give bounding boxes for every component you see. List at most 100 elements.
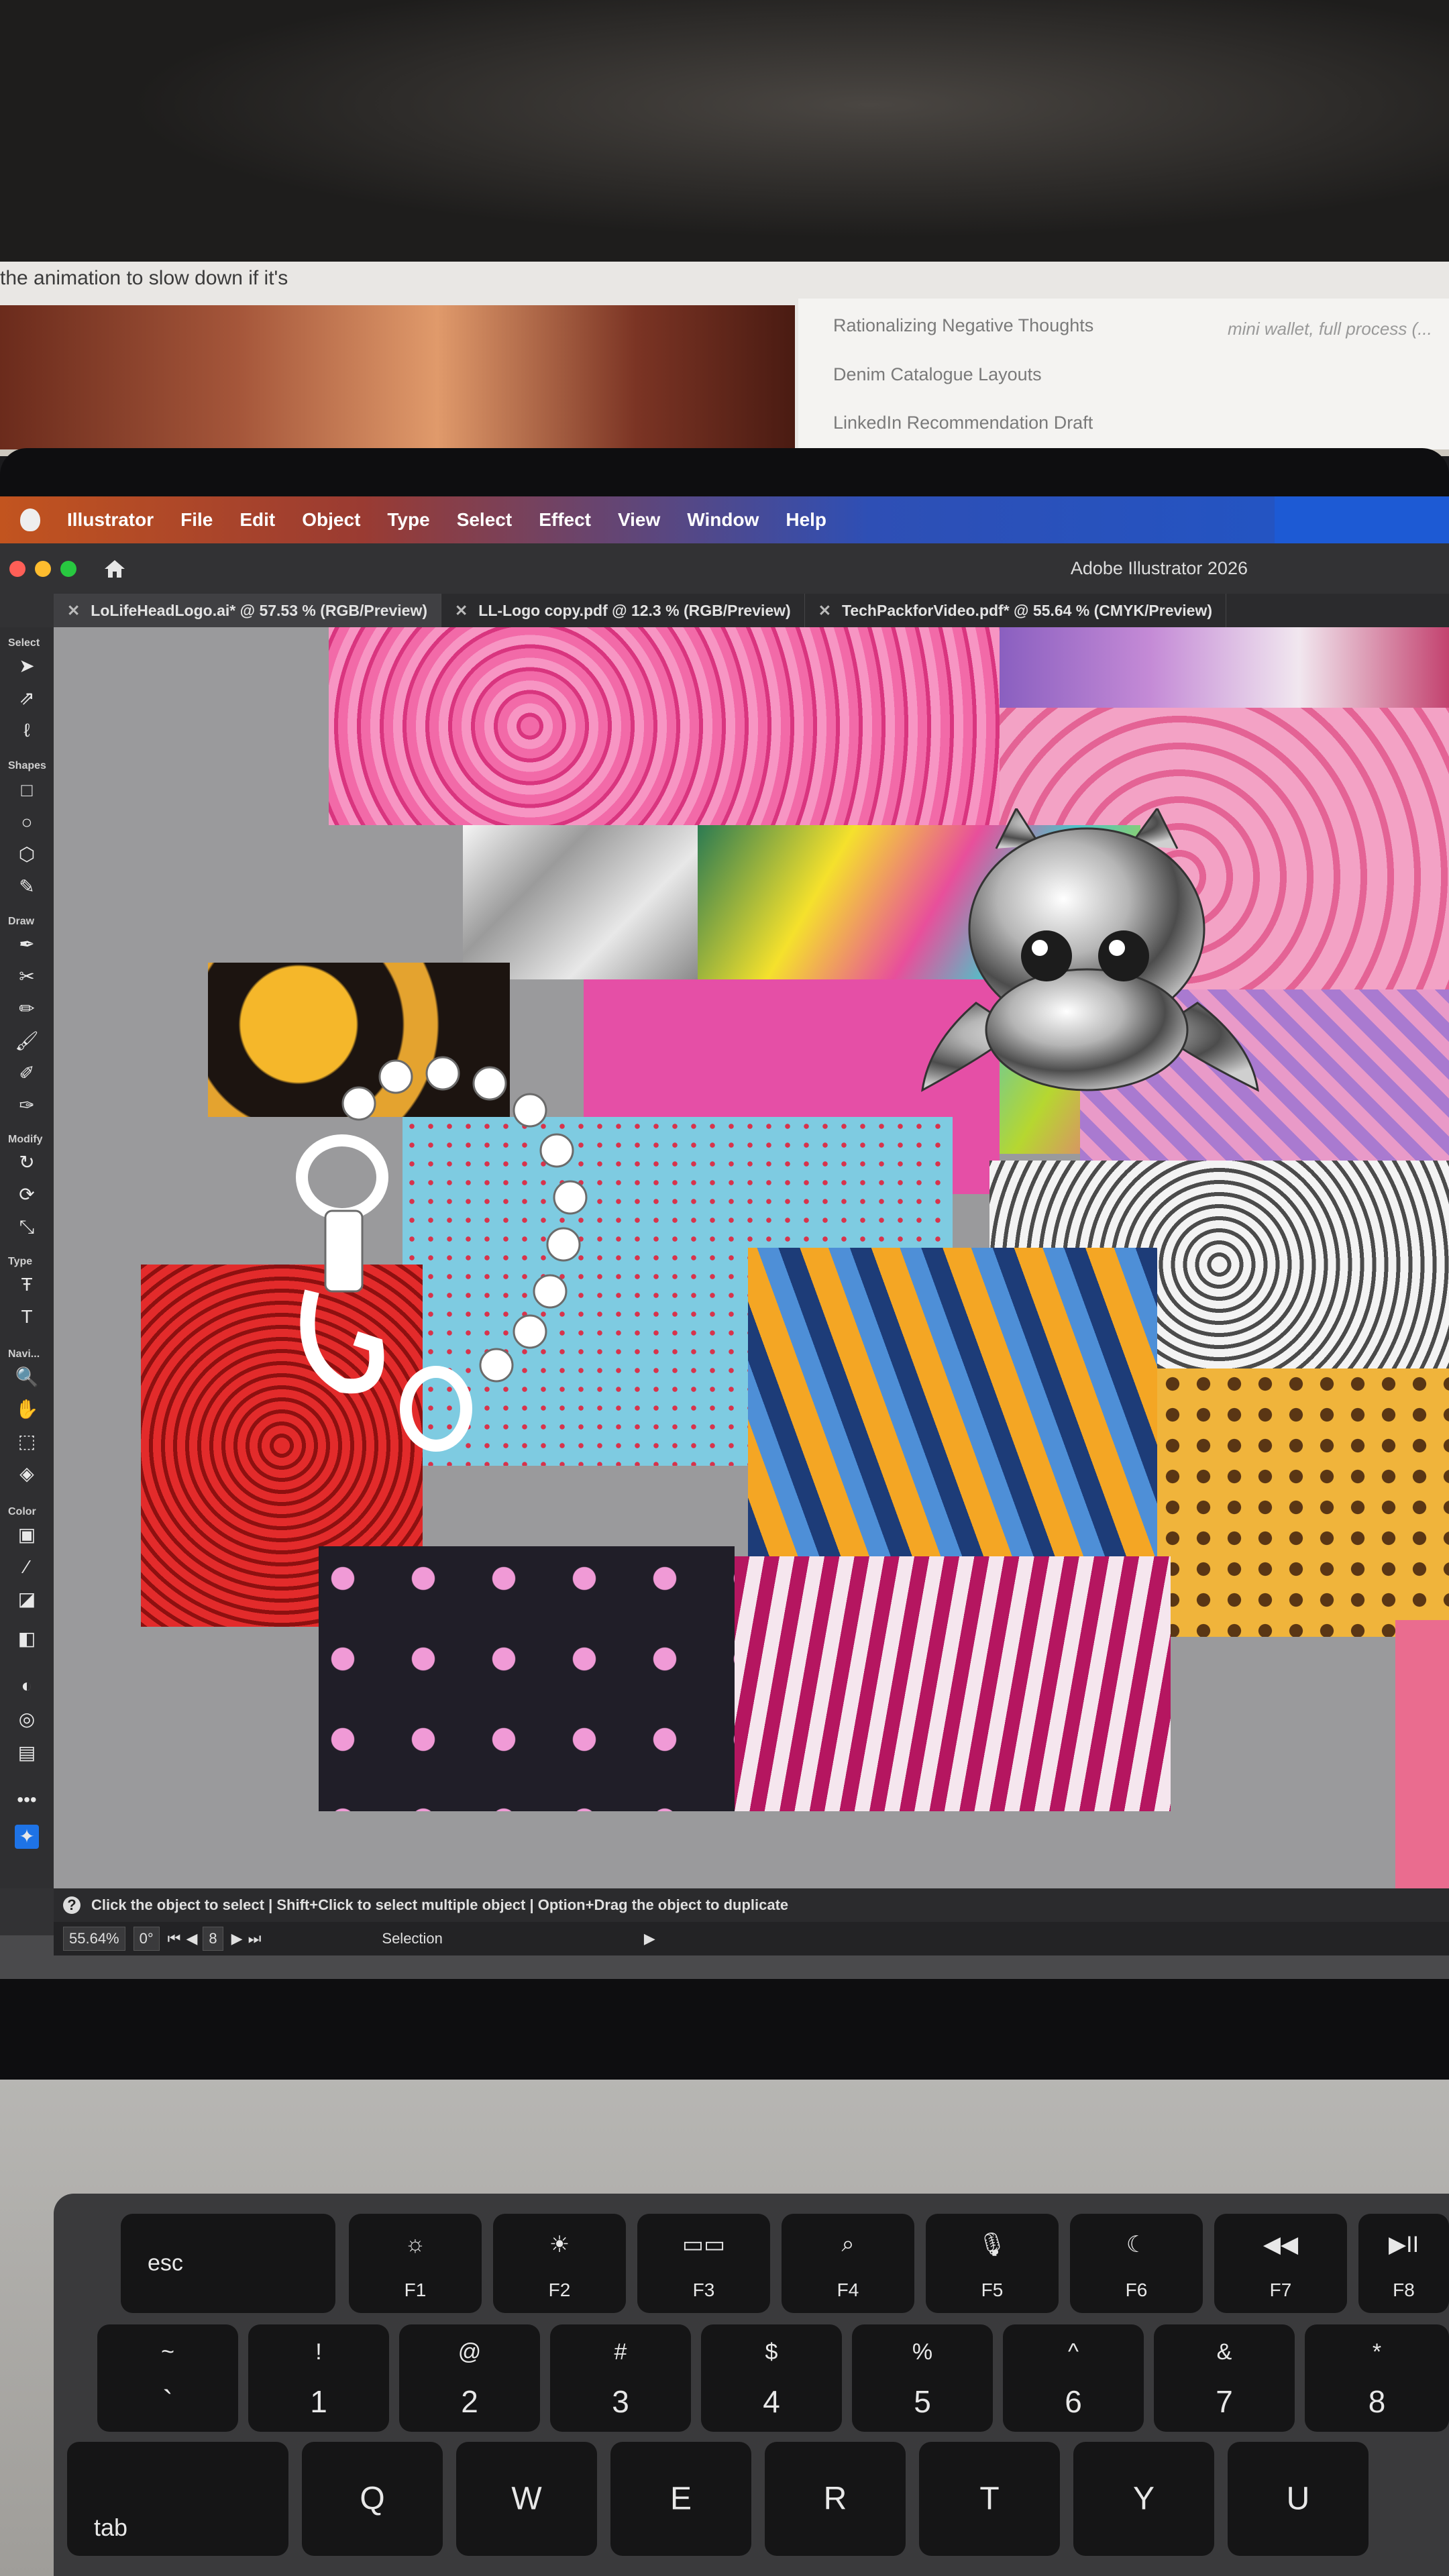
rotation-field[interactable]: 0°	[133, 1927, 160, 1951]
prev-artboard-icon[interactable]: ◀	[186, 1930, 197, 1947]
zoom-window-button[interactable]	[60, 560, 76, 577]
dictation-key[interactable]: 🎙 F5	[926, 2214, 1059, 2313]
external-list-item[interactable]: Rationalizing Negative Thoughts	[833, 315, 1093, 336]
key-y[interactable]: Y	[1073, 2442, 1214, 2556]
backtick-key[interactable]: ~ `	[97, 2324, 238, 2432]
shaper-tool-icon[interactable]: ✎	[15, 875, 39, 899]
tab-lolifeheadlogo[interactable]: ✕ LoLifeHeadLogo.ai* @ 57.53 % (RGB/Previ…	[54, 594, 441, 627]
menu-edit[interactable]: Edit	[239, 509, 275, 531]
rectangle-tool-icon[interactable]: □	[15, 778, 39, 802]
pink-snakeskin-swatch[interactable]	[329, 627, 1000, 825]
type-on-path-tool-icon[interactable]: Ŧ	[15, 1273, 39, 1297]
artboard-canvas[interactable]	[54, 627, 1449, 1888]
external-list-item[interactable]: LinkedIn Recommendation Draft	[833, 413, 1093, 433]
blob-brush-tool-icon[interactable]: ✐	[15, 1061, 39, 1085]
first-artboard-icon[interactable]: ⏮	[168, 1930, 181, 1947]
draw-mode-icon[interactable]: ◎	[15, 1707, 39, 1731]
next-artboard-icon[interactable]: ▶	[231, 1930, 243, 1947]
last-artboard-icon[interactable]: ⏭	[248, 1930, 262, 1947]
key-4[interactable]: $4	[701, 2324, 842, 2432]
direct-selection-tool-icon[interactable]: ⇗	[15, 686, 39, 710]
live-paint-tool-icon[interactable]: ◈	[15, 1462, 39, 1486]
chrome-charm-illustration[interactable]	[916, 808, 1265, 1124]
tab-ll-logo-copy[interactable]: ✕ LL-Logo copy.pdf @ 12.3 % (RGB/Preview)	[441, 594, 805, 627]
keychain-clip-illustration[interactable]	[282, 1043, 724, 1459]
hand-tool-icon[interactable]: ✋	[15, 1397, 39, 1421]
close-window-button[interactable]	[9, 560, 25, 577]
zoom-field[interactable]: 55.64%	[63, 1927, 125, 1951]
eraser-tool-icon[interactable]: ✑	[15, 1093, 39, 1118]
artboard-field[interactable]: 8	[203, 1927, 223, 1951]
esc-key[interactable]: esc	[121, 2214, 335, 2313]
magenta-zebra-swatch[interactable]	[735, 1556, 1171, 1811]
key-7[interactable]: & 7	[1154, 2324, 1295, 2432]
menu-help[interactable]: Help	[786, 509, 826, 531]
lasso-tool-icon[interactable]: ℓ	[15, 718, 39, 743]
key-2[interactable]: @2	[399, 2324, 540, 2432]
external-list-item[interactable]: Denim Catalogue Layouts	[833, 364, 1042, 385]
minimize-window-button[interactable]	[35, 560, 51, 577]
apple-icon[interactable]	[20, 508, 40, 531]
shape-builder-tool-icon[interactable]: ◪	[15, 1587, 39, 1611]
spotlight-key[interactable]: ⌕ F4	[782, 2214, 914, 2313]
type-tool-icon[interactable]: T	[15, 1305, 39, 1329]
brush-tool-icon[interactable]: 🖌	[15, 1029, 39, 1053]
brightness-up-key[interactable]: ☀ F2	[493, 2214, 626, 2313]
star-print-swatch[interactable]	[319, 1546, 735, 1811]
play-pause-key[interactable]: ▶II F8	[1358, 2214, 1449, 2313]
key-8[interactable]: * 8	[1305, 2324, 1449, 2432]
key-3[interactable]: #3	[550, 2324, 691, 2432]
menu-select[interactable]: Select	[457, 509, 513, 531]
menu-view[interactable]: View	[618, 509, 660, 531]
key-e[interactable]: E	[610, 2442, 751, 2556]
menu-effect[interactable]: Effect	[539, 509, 591, 531]
key-r[interactable]: R	[765, 2442, 906, 2556]
polygon-tool-icon[interactable]: ⬡	[15, 843, 39, 867]
gradient-tool-icon[interactable]: ▣	[15, 1523, 39, 1547]
status-menu-icon[interactable]: ▶	[644, 1930, 655, 1947]
do-not-disturb-key[interactable]: ☾ F6	[1070, 2214, 1203, 2313]
cheetah-swatch[interactable]	[1157, 1368, 1449, 1637]
eyedropper-tool-icon[interactable]: ⁄	[15, 1555, 39, 1579]
mission-control-key[interactable]: ▭▭ F3	[637, 2214, 770, 2313]
pencil-tool-icon[interactable]: ✏	[15, 997, 39, 1021]
pen-tool-icon[interactable]: ✒	[15, 932, 39, 957]
status-mode[interactable]: Selection	[382, 1930, 443, 1947]
menu-app[interactable]: Illustrator	[67, 509, 154, 531]
fill-stroke-icon[interactable]: ◧	[15, 1627, 39, 1651]
more-tools-icon[interactable]: •••	[15, 1788, 39, 1812]
close-tab-icon[interactable]: ✕	[67, 602, 80, 620]
menu-type[interactable]: Type	[387, 509, 429, 531]
home-icon[interactable]	[103, 559, 126, 579]
key-6[interactable]: ^ 6	[1003, 2324, 1144, 2432]
menu-object[interactable]: Object	[302, 509, 360, 531]
key-u[interactable]: U	[1228, 2442, 1368, 2556]
contextual-task-bar-icon[interactable]: ✦	[15, 1825, 39, 1849]
silver-foil-swatch[interactable]	[463, 825, 698, 979]
pink-edge-swatch[interactable]	[1395, 1620, 1449, 1888]
ellipse-tool-icon[interactable]: ○	[15, 810, 39, 835]
key-q[interactable]: Q	[302, 2442, 443, 2556]
key-t[interactable]: T	[919, 2442, 1060, 2556]
tab-techpackforvideo[interactable]: ✕ TechPackforVideo.pdf* @ 55.64 % (CMYK/P…	[805, 594, 1227, 627]
menu-window[interactable]: Window	[687, 509, 759, 531]
rewind-key[interactable]: ◀◀ F7	[1214, 2214, 1347, 2313]
close-tab-icon[interactable]: ✕	[455, 602, 468, 620]
purple-croc-swatch[interactable]	[1000, 627, 1449, 708]
key-1[interactable]: ! 1	[248, 2324, 389, 2432]
menu-file[interactable]: File	[180, 509, 213, 531]
scissors-tool-icon[interactable]: ✂	[15, 965, 39, 989]
key-w[interactable]: W	[456, 2442, 597, 2556]
close-tab-icon[interactable]: ✕	[818, 602, 831, 620]
reflect-tool-icon[interactable]: ⟳	[15, 1183, 39, 1207]
screen-mode-icon[interactable]: ▤	[15, 1741, 39, 1765]
help-icon[interactable]: ?	[63, 1896, 80, 1914]
zoom-tool-icon[interactable]: 🔍	[15, 1365, 39, 1389]
artboard-tool-icon[interactable]: ⬚	[15, 1430, 39, 1454]
scale-tool-icon[interactable]: ⤡	[15, 1215, 39, 1239]
key-5[interactable]: % 5	[852, 2324, 993, 2432]
tab-key[interactable]: tab	[67, 2442, 288, 2556]
rotate-tool-icon[interactable]: ↻	[15, 1150, 39, 1175]
tie-dye-zebra-swatch[interactable]	[748, 1248, 1157, 1556]
brightness-down-key[interactable]: ☼ F1	[349, 2214, 482, 2313]
